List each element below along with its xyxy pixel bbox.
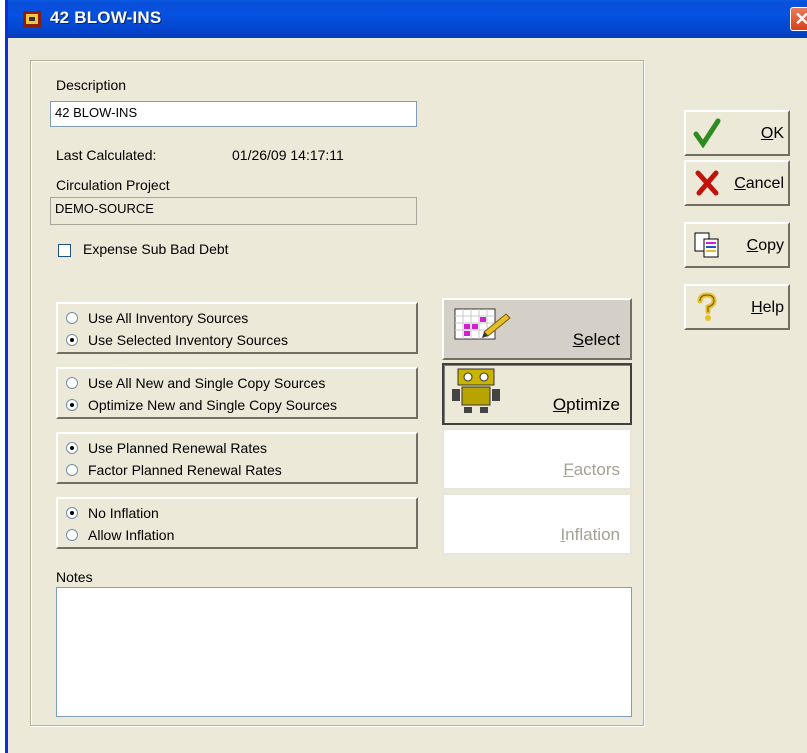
- circulation-project-field: DEMO-SOURCE: [50, 197, 417, 225]
- mnemonic: S: [572, 330, 585, 349]
- notes-textarea[interactable]: [56, 587, 632, 717]
- optimize-button-label: Optimize: [553, 395, 620, 415]
- radio-factor-planned-renewal[interactable]: Factor Planned Renewal Rates: [66, 460, 282, 480]
- close-icon: ✕: [794, 8, 807, 29]
- checkmark-icon: [693, 118, 721, 148]
- radio-optimize-new-single[interactable]: Optimize New and Single Copy Sources: [66, 395, 337, 415]
- ok-button[interactable]: OK: [684, 110, 790, 156]
- radio-button[interactable]: [66, 334, 78, 346]
- radio-use-planned-renewal[interactable]: Use Planned Renewal Rates: [66, 438, 267, 458]
- inventory-sources-group: Use All Inventory Sources Use Selected I…: [56, 302, 418, 354]
- radio-use-all-inventory[interactable]: Use All Inventory Sources: [66, 308, 248, 328]
- inflation-group: No Inflation Allow Inflation: [56, 497, 418, 549]
- radio-use-selected-inventory[interactable]: Use Selected Inventory Sources: [66, 330, 288, 350]
- radio-label: Optimize New and Single Copy Sources: [88, 397, 338, 413]
- factors-button-label: Factors: [563, 460, 620, 480]
- radio-button[interactable]: [66, 464, 78, 476]
- mnemonic: C: [734, 175, 746, 192]
- description-label: Description: [56, 77, 127, 93]
- copy-icon: [694, 232, 719, 258]
- copy-button[interactable]: Copy: [684, 222, 790, 268]
- radio-button[interactable]: [66, 377, 78, 389]
- help-button-label: Help: [751, 299, 784, 317]
- radio-allow-inflation[interactable]: Allow Inflation: [66, 525, 174, 545]
- mnemonic: F: [563, 460, 574, 479]
- mnemonic: C: [746, 237, 759, 254]
- expense-sub-bad-debt-label: Expense Sub Bad Debt: [83, 241, 229, 257]
- notes-label: Notes: [56, 569, 93, 585]
- label-rest: elp: [762, 299, 784, 316]
- label-rest: K: [773, 125, 784, 142]
- app-icon: [23, 11, 41, 27]
- x-mark-icon: [695, 170, 719, 196]
- expense-sub-bad-debt-checkbox[interactable]: [58, 244, 71, 257]
- radio-label: Factor Planned Renewal Rates: [88, 462, 282, 478]
- description-input[interactable]: 42 BLOW-INS: [50, 101, 417, 127]
- radio-label: No Inflation: [88, 505, 159, 521]
- radio-label: Allow Inflation: [88, 527, 175, 543]
- label-rest: actors: [573, 460, 620, 479]
- select-button[interactable]: Select: [442, 298, 632, 360]
- radio-button[interactable]: [66, 442, 78, 454]
- select-button-label: Select: [573, 330, 620, 350]
- grid-pencil-icon: [454, 308, 511, 340]
- radio-button[interactable]: [66, 399, 78, 411]
- radio-label: Use All Inventory Sources: [88, 310, 249, 326]
- label-rest: nflation: [565, 525, 620, 544]
- inflation-button[interactable]: Inflation: [442, 493, 632, 555]
- radio-label: Use All New and Single Copy Sources: [88, 375, 326, 391]
- label-rest: ptimize: [566, 395, 620, 414]
- title-bar[interactable]: 42 BLOW-INS ✕: [8, 0, 807, 38]
- copy-button-label: Copy: [747, 237, 784, 255]
- window-title: 42 BLOW-INS: [50, 8, 162, 27]
- circulation-project-label: Circulation Project: [56, 177, 170, 193]
- cancel-button[interactable]: Cancel: [684, 160, 790, 206]
- radio-button[interactable]: [66, 529, 78, 541]
- radio-label: Use Planned Renewal Rates: [88, 440, 267, 456]
- new-single-copy-group: Use All New and Single Copy Sources Opti…: [56, 367, 418, 419]
- cancel-button-label: Cancel: [734, 175, 784, 193]
- question-icon: [697, 292, 717, 321]
- radio-no-inflation[interactable]: No Inflation: [66, 503, 159, 523]
- ok-button-label: OK: [761, 125, 784, 143]
- renewal-rates-group: Use Planned Renewal Rates Factor Planned…: [56, 432, 418, 484]
- factors-button[interactable]: Factors: [442, 428, 632, 490]
- label-rest: ancel: [745, 175, 784, 192]
- optimize-button[interactable]: Optimize: [442, 363, 632, 425]
- robot-icon: [452, 368, 500, 413]
- close-button[interactable]: ✕: [790, 7, 807, 31]
- inflation-button-label: Inflation: [560, 525, 620, 545]
- mnemonic: O: [552, 395, 567, 414]
- last-calculated-label: Last Calculated:: [56, 147, 157, 163]
- dialog-window: 42 BLOW-INS ✕ Description 42 BLOW-INS La…: [5, 0, 807, 753]
- label-rest: opy: [758, 237, 784, 254]
- radio-button[interactable]: [66, 312, 78, 324]
- radio-button[interactable]: [66, 507, 78, 519]
- label-rest: elect: [584, 330, 620, 349]
- help-button[interactable]: Help: [684, 284, 790, 330]
- last-calculated-value: 01/26/09 14:17:11: [232, 147, 344, 163]
- mnemonic: H: [751, 299, 763, 316]
- radio-use-all-new-single[interactable]: Use All New and Single Copy Sources: [66, 373, 325, 393]
- radio-label: Use Selected Inventory Sources: [88, 332, 288, 348]
- mnemonic: O: [760, 125, 774, 142]
